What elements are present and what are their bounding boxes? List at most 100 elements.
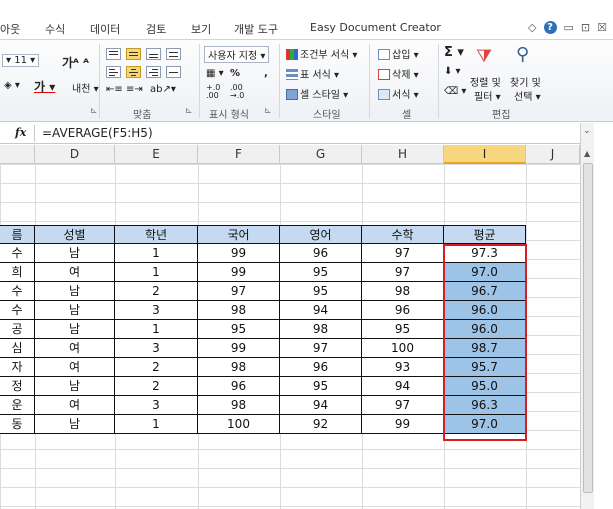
table-cell-gender[interactable]: 남 xyxy=(35,415,115,434)
cell-style-button[interactable]: 셀 스타일 ▾ xyxy=(286,86,348,101)
table-header-name[interactable]: 름 xyxy=(0,225,35,244)
table-cell-gender[interactable]: 남 xyxy=(35,282,115,301)
table-cell-name[interactable]: 수 xyxy=(0,244,35,263)
sort-filter-button-line2[interactable]: 필터 ▾ xyxy=(474,88,501,103)
tab-developer[interactable]: 개발 도구 xyxy=(234,21,278,37)
find-select-icon[interactable]: ⚲ xyxy=(516,44,529,65)
minimize-icon[interactable]: ▭ xyxy=(564,21,574,34)
table-cell-average[interactable]: 97.0 xyxy=(444,263,526,282)
table-header-average[interactable]: 평균 xyxy=(444,225,526,244)
tab-review[interactable]: 검토 xyxy=(146,21,166,37)
column-header-d[interactable]: D xyxy=(35,145,115,164)
column-header-e[interactable]: E xyxy=(115,145,198,164)
tab-page-layout[interactable]: 아웃 xyxy=(0,21,20,37)
table-cell-grade[interactable]: 1 xyxy=(115,244,198,263)
table-cell-math[interactable]: 97 xyxy=(362,396,444,415)
table-cell-name[interactable]: 정 xyxy=(0,377,35,396)
column-header-g[interactable]: G xyxy=(280,145,362,164)
table-cell-english[interactable]: 98 xyxy=(280,320,362,339)
format-cells-button[interactable]: 서식 ▾ xyxy=(378,86,419,101)
table-cell-korean[interactable]: 99 xyxy=(198,244,280,263)
table-cell-grade[interactable]: 3 xyxy=(115,396,198,415)
close-icon[interactable]: ☒ xyxy=(597,21,607,34)
restore-icon[interactable]: ⊡ xyxy=(581,21,590,34)
number-dialog-launcher-icon[interactable]: ⊾ xyxy=(264,106,272,116)
table-cell-english[interactable]: 92 xyxy=(280,415,362,434)
table-cell-math[interactable]: 99 xyxy=(362,415,444,434)
table-cell-gender[interactable]: 남 xyxy=(35,377,115,396)
table-cell-english[interactable]: 95 xyxy=(280,263,362,282)
table-cell-english[interactable]: 94 xyxy=(280,396,362,415)
table-cell-average[interactable]: 95.7 xyxy=(444,358,526,377)
number-format-select[interactable]: 사용자 지정 ▾ xyxy=(204,46,270,63)
indent-increase-icon[interactable]: ≡⇥ xyxy=(126,84,143,95)
table-cell-english[interactable]: 96 xyxy=(280,358,362,377)
table-cell-average[interactable]: 96.3 xyxy=(444,396,526,415)
accounting-format-icon[interactable]: ▦ ▾ xyxy=(206,68,224,79)
insert-function-icon[interactable]: fx xyxy=(15,126,26,139)
table-cell-gender[interactable]: 남 xyxy=(35,320,115,339)
table-cell-grade[interactable]: 3 xyxy=(115,339,198,358)
table-cell-english[interactable]: 95 xyxy=(280,377,362,396)
tab-easy-document-creator[interactable]: Easy Document Creator xyxy=(310,21,441,34)
table-cell-average[interactable]: 95.0 xyxy=(444,377,526,396)
table-cell-grade[interactable]: 1 xyxy=(115,263,198,282)
table-cell-name[interactable]: 공 xyxy=(0,320,35,339)
column-header-j[interactable]: J xyxy=(526,145,580,164)
table-cell-korean[interactable]: 97 xyxy=(198,282,280,301)
phonetic-icon[interactable]: 내천 ▾ xyxy=(72,80,99,95)
table-cell-korean[interactable]: 99 xyxy=(198,339,280,358)
table-cell-gender[interactable]: 남 xyxy=(35,301,115,320)
table-cell-gender[interactable]: 여 xyxy=(35,263,115,282)
indent-decrease-icon[interactable]: ⇤≡ xyxy=(106,84,123,95)
find-select-button-line2[interactable]: 선택 ▾ xyxy=(514,88,541,103)
table-cell-grade[interactable]: 2 xyxy=(115,358,198,377)
table-cell-average[interactable]: 97.3 xyxy=(444,244,526,263)
font-size-select[interactable]: ▾ 11 ▾ xyxy=(2,54,40,67)
delete-cells-button[interactable]: 삭제 ▾ xyxy=(378,66,419,81)
table-cell-math[interactable]: 95 xyxy=(362,320,444,339)
table-cell-gender[interactable]: 남 xyxy=(35,244,115,263)
table-header-korean[interactable]: 국어 xyxy=(198,225,280,244)
table-cell-math[interactable]: 94 xyxy=(362,377,444,396)
table-cell-name[interactable]: 수 xyxy=(0,301,35,320)
wrap-text-icon[interactable] xyxy=(166,48,181,60)
table-cell-korean[interactable]: 96 xyxy=(198,377,280,396)
table-cell-grade[interactable]: 1 xyxy=(115,415,198,434)
table-cell-korean[interactable]: 98 xyxy=(198,301,280,320)
autosum-button[interactable]: Σ ▾ xyxy=(444,45,464,60)
table-cell-grade[interactable]: 2 xyxy=(115,282,198,301)
table-cell-average[interactable]: 96.0 xyxy=(444,320,526,339)
table-cell-name[interactable]: 심 xyxy=(0,339,35,358)
table-cell-math[interactable]: 97 xyxy=(362,244,444,263)
clear-icon[interactable]: ⌫ ▾ xyxy=(444,86,466,97)
column-header-c[interactable] xyxy=(0,145,35,164)
table-cell-average[interactable]: 96.7 xyxy=(444,282,526,301)
table-cell-gender[interactable]: 여 xyxy=(35,358,115,377)
table-cell-korean[interactable]: 98 xyxy=(198,396,280,415)
font-color-icon[interactable]: 가 ▾ xyxy=(34,78,55,95)
table-cell-name[interactable]: 희 xyxy=(0,263,35,282)
align-right-icon[interactable] xyxy=(146,66,161,78)
table-cell-korean[interactable]: 95 xyxy=(198,320,280,339)
align-center-icon[interactable] xyxy=(126,66,141,78)
table-cell-math[interactable]: 100 xyxy=(362,339,444,358)
fill-icon[interactable]: ⬇ ▾ xyxy=(444,66,461,77)
table-cell-math[interactable]: 93 xyxy=(362,358,444,377)
table-cell-average[interactable]: 97.0 xyxy=(444,415,526,434)
table-cell-average[interactable]: 96.0 xyxy=(444,301,526,320)
ribbon-minimize-icon[interactable]: ◇ xyxy=(528,21,536,34)
table-cell-name[interactable]: 자 xyxy=(0,358,35,377)
column-header-f[interactable]: F xyxy=(198,145,280,164)
font-dialog-launcher-icon[interactable]: ⊾ xyxy=(90,106,98,116)
insert-cells-button[interactable]: 삽입 ▾ xyxy=(378,46,419,61)
table-cell-korean[interactable]: 98 xyxy=(198,358,280,377)
scroll-up-icon[interactable]: ▲ xyxy=(584,149,590,158)
align-bottom-icon[interactable] xyxy=(146,48,161,60)
table-cell-math[interactable]: 97 xyxy=(362,263,444,282)
table-cell-english[interactable]: 95 xyxy=(280,282,362,301)
comma-style-button[interactable]: , xyxy=(264,68,268,79)
table-cell-english[interactable]: 96 xyxy=(280,244,362,263)
table-cell-grade[interactable]: 1 xyxy=(115,320,198,339)
table-header-math[interactable]: 수학 xyxy=(362,225,444,244)
